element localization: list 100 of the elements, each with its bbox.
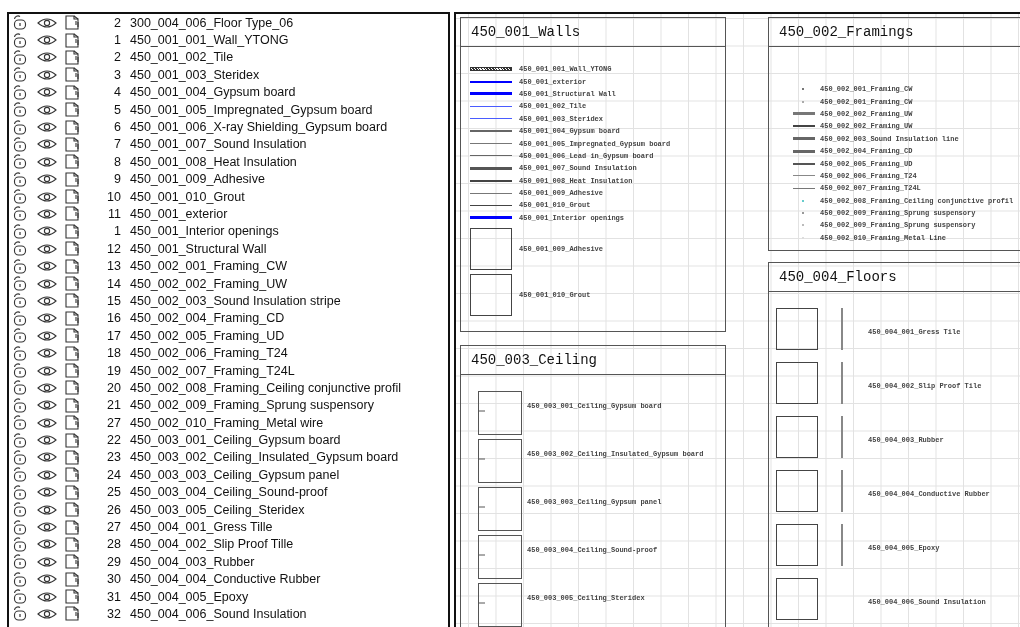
eye-icon[interactable] <box>37 86 57 99</box>
document-icon[interactable] <box>65 554 81 570</box>
padlock-icon[interactable] <box>13 467 27 483</box>
eye-icon[interactable] <box>37 155 57 168</box>
layer-name[interactable]: 450_003_002_Ceiling_Insulated_Gypsum board <box>130 450 399 465</box>
eye-icon[interactable] <box>37 521 57 533</box>
document-icon[interactable] <box>65 502 81 518</box>
document-icon[interactable] <box>65 571 81 587</box>
eye-icon[interactable] <box>37 68 57 81</box>
layer-name[interactable]: 450_002_007_Framing_T24L <box>130 363 295 378</box>
document-icon[interactable] <box>65 519 81 535</box>
eye-icon[interactable] <box>37 312 57 325</box>
padlock-icon[interactable] <box>13 223 27 239</box>
layer-name[interactable]: 450_002_004_Framing_CD <box>130 311 285 326</box>
document-icon[interactable] <box>65 310 81 326</box>
document-icon[interactable] <box>65 467 81 483</box>
padlock-icon[interactable] <box>13 119 27 135</box>
layer-name[interactable]: 450_004_003_Rubber <box>130 554 255 569</box>
layer-name[interactable]: 450_002_008_Framing_Ceiling conjunctive profil <box>130 380 401 395</box>
layer-name[interactable]: 450_001_exterior <box>130 207 228 221</box>
layer-name[interactable]: 450_004_004_Conductive Rubber <box>130 572 321 587</box>
layer-name[interactable]: 450_001_001_Wall_YTONG <box>130 33 289 48</box>
eye-icon[interactable] <box>37 347 57 360</box>
eye-icon[interactable] <box>37 208 57 220</box>
document-icon[interactable] <box>65 84 81 100</box>
document-icon[interactable] <box>65 293 81 309</box>
layer-name[interactable]: 450_001_009_Adhesive <box>130 172 265 187</box>
padlock-icon[interactable] <box>13 32 27 48</box>
padlock-icon[interactable] <box>13 415 27 431</box>
padlock-icon[interactable] <box>13 49 27 65</box>
document-icon[interactable] <box>65 67 81 83</box>
padlock-icon[interactable] <box>13 310 27 326</box>
document-icon[interactable] <box>65 449 81 465</box>
layer-name[interactable]: 450_003_005_Ceiling_Steridex <box>130 502 305 517</box>
eye-icon[interactable] <box>37 364 57 377</box>
padlock-icon[interactable] <box>13 519 27 535</box>
layer-name[interactable]: 450_004_005_Epoxy <box>130 589 249 604</box>
eye-icon[interactable] <box>37 260 57 273</box>
padlock-icon[interactable] <box>13 102 27 118</box>
padlock-icon[interactable] <box>13 589 27 605</box>
padlock-icon[interactable] <box>13 206 27 222</box>
layer-name[interactable]: 450_002_006_Framing_T24 <box>130 346 288 361</box>
document-icon[interactable] <box>65 536 81 552</box>
layer-name[interactable]: 450_004_002_Slip Proof Tille <box>130 537 294 552</box>
layer-name[interactable]: 450_001_006_X-ray Shielding_Gypsum board <box>130 120 388 135</box>
layer-name[interactable]: 450_001_Structural Wall <box>130 241 267 256</box>
eye-icon[interactable] <box>37 16 57 29</box>
padlock-icon[interactable] <box>13 293 27 309</box>
eye-icon[interactable] <box>37 190 57 203</box>
layer-name[interactable]: 450_001_003_Steridex <box>130 67 260 82</box>
layer-name[interactable]: 450_002_009_Framing_Sprung suspensory <box>130 398 374 413</box>
layer-name[interactable]: 450_003_003_Ceiling_Gypsum panel <box>130 467 340 482</box>
layer-name[interactable]: 450_001_010_Grout <box>130 189 245 204</box>
padlock-icon[interactable] <box>13 432 27 448</box>
document-icon[interactable] <box>65 136 81 152</box>
eye-icon[interactable] <box>37 138 57 151</box>
document-icon[interactable] <box>65 241 81 257</box>
layer-name[interactable]: 450_001_004_Gypsum board <box>130 85 296 100</box>
padlock-icon[interactable] <box>13 67 27 83</box>
layer-name[interactable]: 450_002_003_Sound Insulation stripe <box>130 293 341 308</box>
padlock-icon[interactable] <box>13 345 27 361</box>
layer-name[interactable]: 450_004_001_Gress Tille <box>130 520 273 534</box>
eye-icon[interactable] <box>37 103 57 116</box>
eye-icon[interactable] <box>37 590 57 603</box>
layer-name[interactable]: 450_001_008_Heat Insulation <box>130 154 297 169</box>
document-icon[interactable] <box>65 171 81 187</box>
eye-icon[interactable] <box>37 121 57 134</box>
document-icon[interactable] <box>65 380 81 396</box>
padlock-icon[interactable] <box>13 571 27 587</box>
layer-name[interactable]: 450_002_001_Framing_CW <box>130 259 288 274</box>
eye-icon[interactable] <box>37 294 57 307</box>
layer-name[interactable]: 450_002_010_Framing_Metal wire <box>130 415 324 430</box>
padlock-icon[interactable] <box>13 241 27 257</box>
layer-name[interactable]: 450_003_001_Ceiling_Gypsum board <box>130 433 341 448</box>
eye-icon[interactable] <box>37 399 57 412</box>
document-icon[interactable] <box>65 328 81 344</box>
padlock-icon[interactable] <box>13 536 27 552</box>
document-icon[interactable] <box>65 189 81 205</box>
eye-icon[interactable] <box>37 242 57 255</box>
layer-name[interactable]: 450_001_007_Sound Insulation <box>130 137 307 152</box>
layer-name[interactable]: 450_002_005_Framing_UD <box>130 328 285 343</box>
document-icon[interactable] <box>65 154 81 170</box>
document-icon[interactable] <box>65 397 81 413</box>
eye-icon[interactable] <box>37 451 57 464</box>
eye-icon[interactable] <box>37 173 57 186</box>
padlock-icon[interactable] <box>13 136 27 152</box>
eye-icon[interactable] <box>37 381 57 394</box>
document-icon[interactable] <box>65 49 81 65</box>
document-icon[interactable] <box>65 415 81 431</box>
document-icon[interactable] <box>65 206 81 222</box>
padlock-icon[interactable] <box>13 276 27 292</box>
padlock-icon[interactable] <box>13 484 27 500</box>
eye-icon[interactable] <box>37 607 57 620</box>
layer-name[interactable]: 300_004_006_Floor Type_06 <box>130 15 294 30</box>
eye-icon[interactable] <box>37 468 57 481</box>
layer-name[interactable]: 450_002_002_Framing_UW <box>130 276 288 291</box>
padlock-icon[interactable] <box>13 258 27 274</box>
document-icon[interactable] <box>65 432 81 448</box>
layer-name[interactable]: 450_004_006_Sound Insulation <box>130 606 307 621</box>
padlock-icon[interactable] <box>13 449 27 465</box>
